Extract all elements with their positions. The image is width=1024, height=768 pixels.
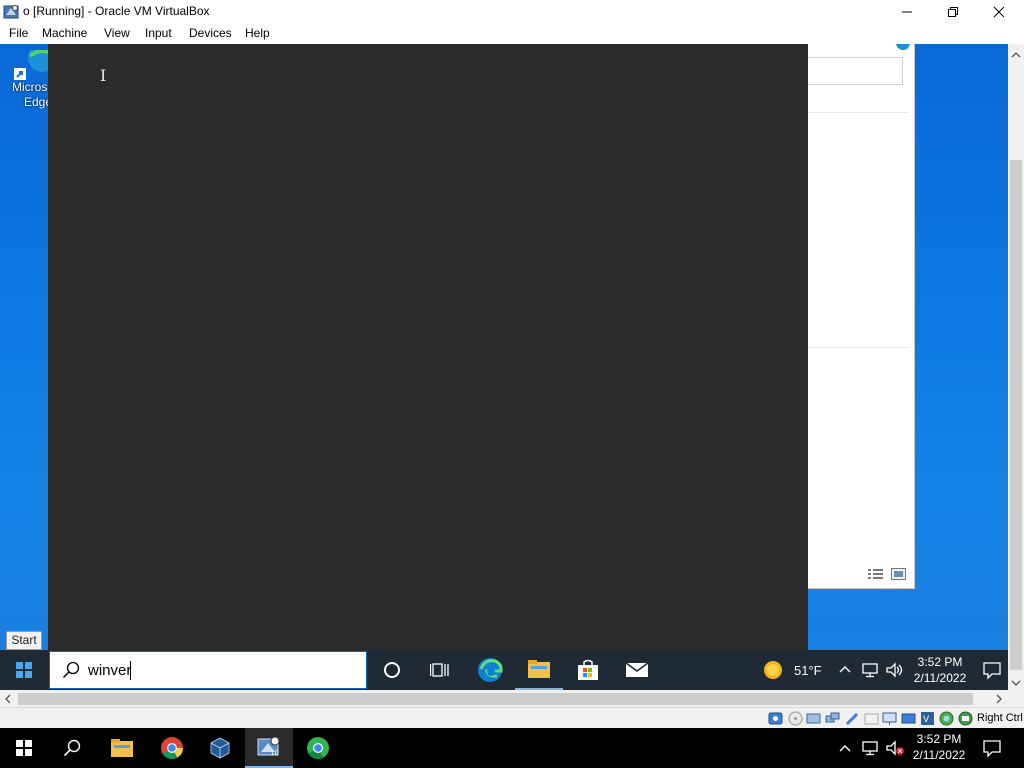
menu-bar: File Machine View Input Devices Help: [0, 24, 1024, 44]
vm-display[interactable]: Micros Edge I Start winver 51°F 3:52 PM …: [0, 44, 1008, 690]
guest-clock-date: 2/11/2022: [913, 671, 967, 685]
network-status-icon[interactable]: [825, 711, 840, 726]
mouse-integration-status-icon[interactable]: [939, 711, 954, 726]
host-clock[interactable]: 3:52 PM 2/11/2022: [905, 731, 973, 763]
virtualbox-app-icon: [3, 3, 20, 20]
search-icon[interactable]: [48, 728, 96, 768]
host-key-label: Right Ctrl: [977, 712, 1023, 724]
search-results-panel[interactable]: I: [48, 44, 808, 650]
notifications-icon[interactable]: [982, 738, 1002, 761]
vertical-scrollbar-thumb[interactable]: [1010, 160, 1022, 670]
keyboard-capture-status-icon[interactable]: [958, 711, 973, 726]
chrome-beta-icon[interactable]: [294, 728, 342, 768]
weather-widget[interactable]: 51°F: [762, 650, 822, 690]
close-button[interactable]: [976, 0, 1022, 24]
optical-drive-status-icon[interactable]: [788, 711, 803, 726]
menu-help[interactable]: Help: [245, 26, 270, 40]
search-icon: [62, 661, 80, 682]
mail-icon[interactable]: [613, 650, 661, 690]
show-hidden-icons-icon[interactable]: [838, 740, 852, 759]
search-input[interactable]: winver: [88, 662, 131, 679]
background-window[interactable]: [808, 44, 914, 588]
file-explorer-icon[interactable]: [515, 650, 563, 690]
file-explorer-icon[interactable]: [98, 728, 146, 768]
menu-machine[interactable]: Machine: [42, 26, 87, 40]
scroll-up-arrow-icon[interactable]: [1011, 48, 1021, 62]
text-cursor-icon: I: [100, 66, 107, 85]
task-view-icon[interactable]: [416, 650, 464, 690]
desktop-edge-label: Micros Edge: [12, 80, 53, 109]
preview-view-icon[interactable]: [891, 568, 906, 583]
guest-start-button[interactable]: [0, 650, 48, 690]
virtualbox-vm-icon[interactable]: 10: [245, 728, 293, 768]
start-tooltip: Start: [6, 631, 42, 650]
menu-view[interactable]: View: [104, 26, 130, 40]
windows-start-icon[interactable]: [0, 728, 48, 768]
text-caret: [130, 661, 131, 680]
display-status-icon[interactable]: [882, 711, 897, 726]
guest-clock-time: 3:52 PM: [917, 655, 963, 669]
svg-text:V: V: [923, 715, 930, 725]
hard-disk-status-icon[interactable]: [768, 711, 783, 726]
edge-icon: [14, 44, 58, 80]
menu-file[interactable]: File: [9, 26, 28, 40]
guest-clock[interactable]: 3:52 PM 2/11/2022: [900, 654, 980, 686]
window-title: o [Running] - Oracle VM VirtualBox: [23, 4, 210, 18]
divider: [808, 347, 908, 348]
restore-button[interactable]: [930, 0, 976, 24]
chrome-icon[interactable]: [148, 728, 196, 768]
divider: [808, 112, 908, 113]
menu-devices[interactable]: Devices: [189, 26, 232, 40]
vm-status-bar: V Right Ctrl: [0, 707, 1024, 729]
menu-input[interactable]: Input: [145, 26, 172, 40]
virtualbox-icon[interactable]: [196, 728, 244, 768]
cortana-icon[interactable]: [368, 650, 416, 690]
minimize-button[interactable]: [884, 0, 930, 24]
window-corner-icon: [896, 44, 910, 50]
volume-muted-icon[interactable]: [885, 739, 905, 760]
scroll-right-arrow-icon[interactable]: [995, 693, 1003, 707]
details-view-icon[interactable]: [868, 568, 884, 583]
scroll-down-arrow-icon[interactable]: [1011, 676, 1021, 690]
show-hidden-icons-icon[interactable]: [838, 661, 852, 680]
sun-icon: [764, 661, 782, 679]
guest-taskbar: winver 51°F 3:52 PM 2/11/2022: [0, 650, 1008, 690]
scroll-left-arrow-icon[interactable]: [4, 693, 12, 707]
notifications-icon[interactable]: [982, 660, 1002, 683]
horizontal-scrollbar-thumb[interactable]: [18, 693, 973, 705]
audio-status-icon[interactable]: [806, 711, 821, 726]
weather-temperature: 51°F: [794, 662, 822, 678]
guest-search-box[interactable]: winver: [49, 651, 367, 689]
video-capture-status-icon[interactable]: [901, 711, 916, 726]
background-window-input[interactable]: [808, 57, 903, 85]
shared-folders-status-icon[interactable]: [864, 711, 879, 726]
network-icon[interactable]: [862, 740, 880, 759]
store-icon[interactable]: [564, 650, 612, 690]
host-taskbar: 10 3:52 PM 2/11/2022: [0, 728, 1024, 768]
usb-status-icon[interactable]: [845, 711, 860, 726]
host-clock-time: 3:52 PM: [916, 732, 962, 746]
host-clock-date: 2/11/2022: [912, 748, 966, 762]
title-bar[interactable]: o [Running] - Oracle VM VirtualBox: [0, 0, 1024, 24]
windows-logo-icon: [16, 662, 32, 678]
svg-text:10: 10: [270, 749, 279, 757]
edge-icon[interactable]: [466, 650, 514, 690]
network-icon[interactable]: [862, 662, 880, 681]
virtualization-status-icon[interactable]: V: [920, 711, 935, 726]
